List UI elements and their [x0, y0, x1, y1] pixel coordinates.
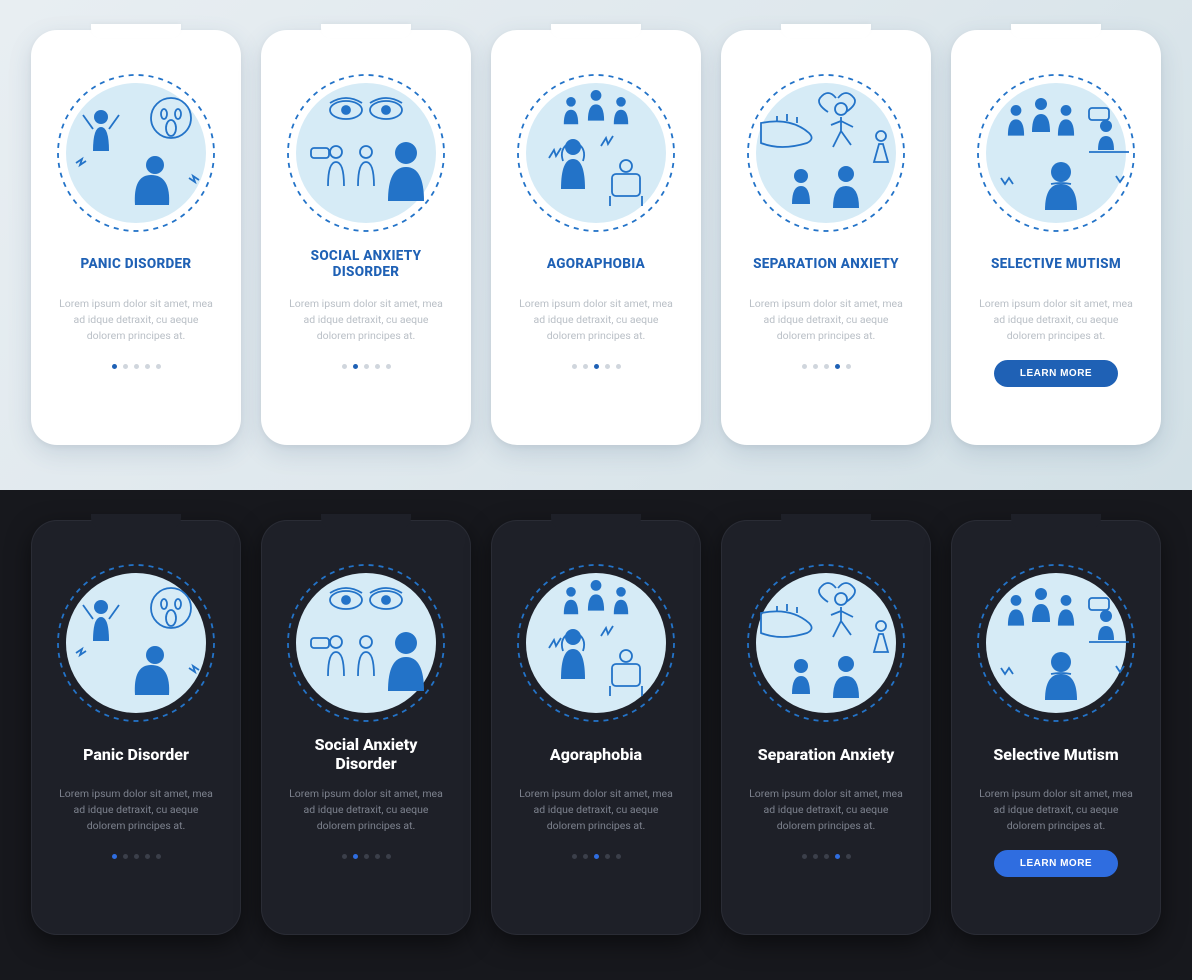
screen-description: Lorem ipsum dolor sit amet, mea ad idque… — [959, 786, 1153, 836]
screen-description: Lorem ipsum dolor sit amet, mea ad idque… — [39, 296, 233, 346]
pagination-dot[interactable] — [616, 854, 621, 859]
separation-anxiety-icon — [741, 68, 911, 238]
screen-description: Lorem ipsum dolor sit amet, mea ad idque… — [39, 786, 233, 836]
panic-disorder-icon — [51, 558, 221, 728]
pagination-dot[interactable] — [605, 854, 610, 859]
onboarding-screen: PANIC DISORDER Lorem ipsum dolor sit amet… — [31, 30, 241, 445]
screen-description: Lorem ipsum dolor sit amet, mea ad idque… — [269, 786, 463, 836]
pagination-dot[interactable] — [353, 854, 358, 859]
pagination-dot[interactable] — [594, 854, 599, 859]
pagination-dot[interactable] — [846, 364, 851, 369]
pagination-dot[interactable] — [813, 364, 818, 369]
pagination-dot[interactable] — [342, 854, 347, 859]
screen-title: Selective Mutism — [979, 734, 1132, 776]
social-anxiety-icon — [281, 68, 451, 238]
pagination-dot[interactable] — [364, 364, 369, 369]
screen-description: Lorem ipsum dolor sit amet, mea ad idque… — [959, 296, 1153, 346]
screen-title: PANIC DISORDER — [67, 244, 206, 286]
onboarding-screen: Separation Anxiety Lorem ipsum dolor sit … — [721, 520, 931, 935]
screen-title: SOCIAL ANXIETY DISORDER — [269, 244, 463, 286]
pagination-dot[interactable] — [156, 364, 161, 369]
pagination-dot[interactable] — [583, 854, 588, 859]
pagination-dot[interactable] — [386, 854, 391, 859]
onboarding-screen: Social Anxiety Disorder Lorem ipsum dolor… — [261, 520, 471, 935]
screen-title: SEPARATION ANXIETY — [739, 244, 913, 286]
panic-disorder-icon — [51, 68, 221, 238]
pagination-dot[interactable] — [846, 854, 851, 859]
screen-description: Lorem ipsum dolor sit amet, mea ad idque… — [729, 296, 923, 346]
light-theme-row: PANIC DISORDER Lorem ipsum dolor sit amet… — [0, 0, 1192, 490]
screen-title: Separation Anxiety — [744, 734, 909, 776]
pagination-dot[interactable] — [813, 854, 818, 859]
screen-title: Social Anxiety Disorder — [269, 734, 463, 776]
pagination-dot[interactable] — [583, 364, 588, 369]
pagination-dot[interactable] — [824, 364, 829, 369]
pagination-dots — [802, 854, 851, 859]
pagination-dot[interactable] — [572, 364, 577, 369]
pagination-dots — [342, 854, 391, 859]
screen-description: Lorem ipsum dolor sit amet, mea ad idque… — [269, 296, 463, 346]
pagination-dot[interactable] — [572, 854, 577, 859]
screen-description: Lorem ipsum dolor sit amet, mea ad idque… — [499, 296, 693, 346]
screen-description: Lorem ipsum dolor sit amet, mea ad idque… — [729, 786, 923, 836]
pagination-dot[interactable] — [123, 854, 128, 859]
pagination-dots — [572, 854, 621, 859]
pagination-dot[interactable] — [616, 364, 621, 369]
selective-mutism-icon — [971, 68, 1141, 238]
onboarding-screen: SOCIAL ANXIETY DISORDER Lorem ipsum dolor… — [261, 30, 471, 445]
pagination-dots — [112, 854, 161, 859]
agoraphobia-icon — [511, 558, 681, 728]
pagination-dot[interactable] — [123, 364, 128, 369]
pagination-dots — [112, 364, 161, 369]
pagination-dot[interactable] — [145, 364, 150, 369]
onboarding-screen: SEPARATION ANXIETY Lorem ipsum dolor sit … — [721, 30, 931, 445]
screen-title: AGORAPHOBIA — [533, 244, 659, 286]
pagination-dot[interactable] — [594, 364, 599, 369]
pagination-dots — [342, 364, 391, 369]
screen-description: Lorem ipsum dolor sit amet, mea ad idque… — [499, 786, 693, 836]
pagination-dot[interactable] — [824, 854, 829, 859]
onboarding-screen: SELECTIVE MUTISM Lorem ipsum dolor sit am… — [951, 30, 1161, 445]
selective-mutism-icon — [971, 558, 1141, 728]
learn-more-button[interactable]: LEARN MORE — [994, 850, 1118, 877]
pagination-dot[interactable] — [112, 364, 117, 369]
screen-title: Agoraphobia — [536, 734, 656, 776]
pagination-dot[interactable] — [386, 364, 391, 369]
onboarding-screen: Agoraphobia Lorem ipsum dolor sit amet, m… — [491, 520, 701, 935]
pagination-dots — [572, 364, 621, 369]
pagination-dot[interactable] — [835, 854, 840, 859]
pagination-dot[interactable] — [353, 364, 358, 369]
pagination-dot[interactable] — [364, 854, 369, 859]
onboarding-screen: AGORAPHOBIA Lorem ipsum dolor sit amet, m… — [491, 30, 701, 445]
learn-more-button[interactable]: LEARN MORE — [994, 360, 1118, 387]
screen-title: Panic Disorder — [69, 734, 203, 776]
pagination-dot[interactable] — [375, 364, 380, 369]
pagination-dot[interactable] — [156, 854, 161, 859]
pagination-dot[interactable] — [134, 364, 139, 369]
pagination-dot[interactable] — [342, 364, 347, 369]
pagination-dot[interactable] — [802, 364, 807, 369]
separation-anxiety-icon — [741, 558, 911, 728]
pagination-dot[interactable] — [835, 364, 840, 369]
onboarding-screen: Panic Disorder Lorem ipsum dolor sit amet… — [31, 520, 241, 935]
onboarding-screen: Selective Mutism Lorem ipsum dolor sit am… — [951, 520, 1161, 935]
pagination-dot[interactable] — [375, 854, 380, 859]
pagination-dot[interactable] — [605, 364, 610, 369]
pagination-dot[interactable] — [112, 854, 117, 859]
social-anxiety-icon — [281, 558, 451, 728]
pagination-dot[interactable] — [134, 854, 139, 859]
pagination-dots — [802, 364, 851, 369]
dark-theme-row: Panic Disorder Lorem ipsum dolor sit amet… — [0, 490, 1192, 980]
pagination-dot[interactable] — [145, 854, 150, 859]
agoraphobia-icon — [511, 68, 681, 238]
screen-title: SELECTIVE MUTISM — [977, 244, 1135, 286]
pagination-dot[interactable] — [802, 854, 807, 859]
